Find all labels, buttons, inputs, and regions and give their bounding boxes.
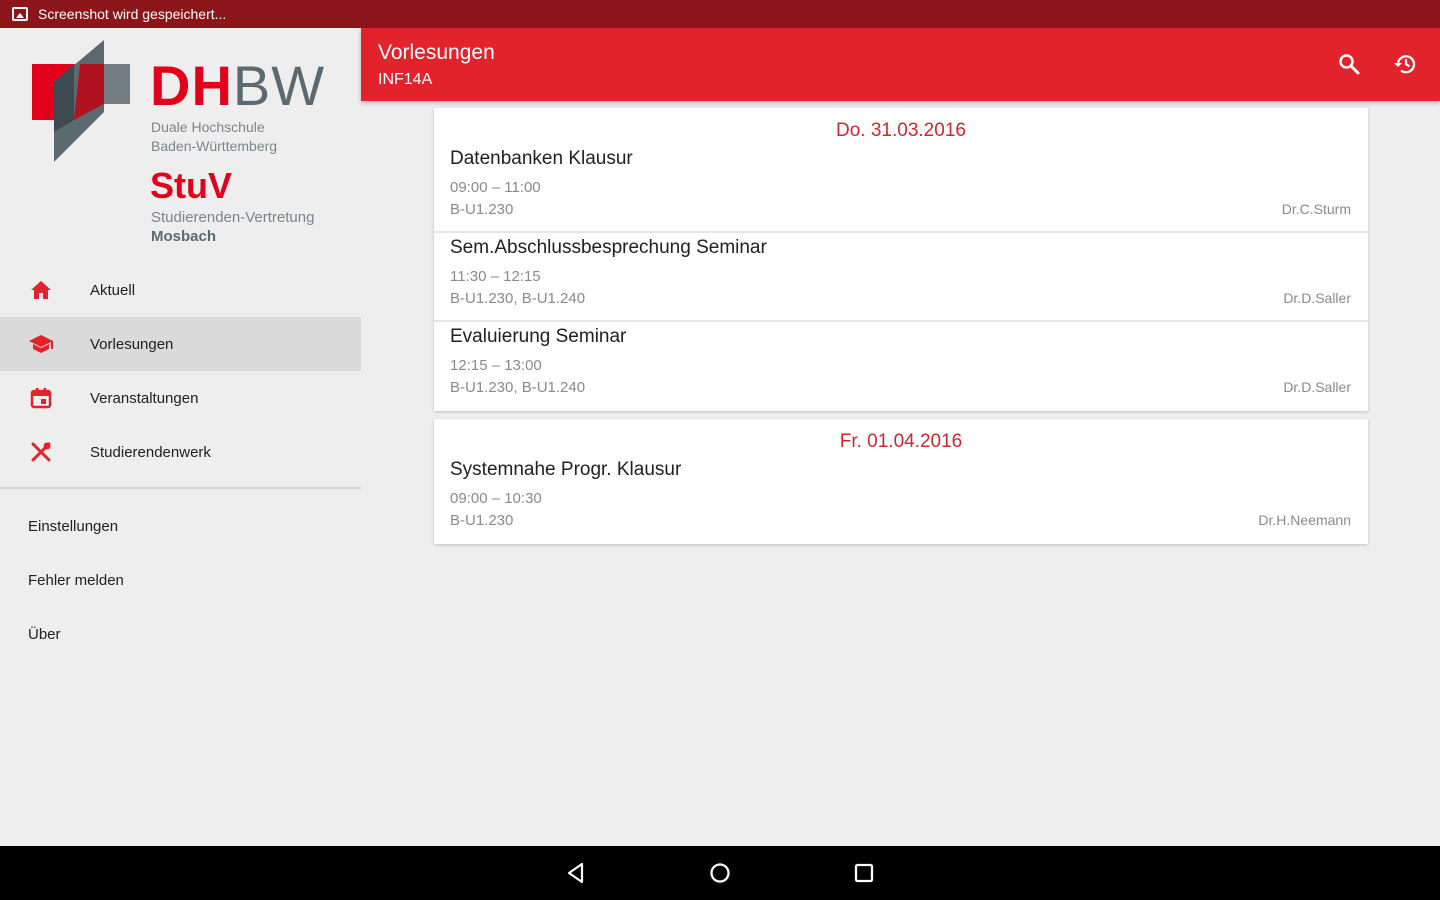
dhbw-wordmark: DHBW	[150, 56, 325, 116]
stuv-subtitle: Studierenden-Vertretung Mosbach	[151, 208, 314, 246]
home-circle-icon	[710, 863, 730, 883]
lecture-title: Evaluierung Seminar	[450, 326, 627, 347]
screenshot-icon	[12, 7, 28, 21]
status-bar-text: Screenshot wird gespeichert...	[38, 6, 227, 22]
lecture-schedule: Do. 31.03.2016 Datenbanken Klausur 09:00…	[434, 108, 1368, 552]
lecture-title: Datenbanken Klausur	[450, 148, 633, 169]
nav-item-studierendenwerk[interactable]: Studierendenwerk	[0, 425, 361, 479]
recents-button[interactable]	[792, 862, 936, 884]
lecture-room: B-U1.230, B-U1.240	[450, 379, 586, 396]
lecture-entry[interactable]: Sem.Abschlussbesprechung Seminar 11:30 –…	[434, 233, 1368, 322]
nav-item-fehler-melden[interactable]: Fehler melden	[0, 553, 361, 607]
lecture-lecturer: Dr.D.Saller	[1283, 290, 1351, 306]
drawer-primary-nav: Aktuell Vorlesungen Veranstaltungen Stud…	[0, 263, 361, 479]
dhbw-wordmark-bw: BW	[232, 54, 326, 117]
nav-item-veranstaltungen[interactable]: Veranstaltungen	[0, 371, 361, 425]
app-toolbar: Vorlesungen INF14A	[361, 28, 1440, 101]
nav-item-ueber[interactable]: Über	[0, 607, 361, 661]
lecture-room: B-U1.230	[450, 512, 514, 529]
nav-item-einstellungen[interactable]: Einstellungen	[0, 499, 361, 553]
search-button[interactable]	[1335, 50, 1363, 78]
navigation-drawer: DHBW Duale Hochschule Baden-Württemberg …	[0, 28, 361, 846]
nav-item-label: Aktuell	[90, 281, 136, 299]
status-bar: Screenshot wird gespeichert...	[0, 0, 1440, 28]
lecture-entry[interactable]: Systemnahe Progr. Klausur 09:00 – 10:30 …	[434, 459, 1368, 544]
drawer-divider	[0, 487, 361, 489]
nav-item-aktuell[interactable]: Aktuell	[0, 263, 361, 317]
history-icon	[1394, 55, 1416, 74]
lecture-room: B-U1.230	[450, 201, 514, 218]
lecture-entry[interactable]: Datenbanken Klausur 09:00 – 11:00 B-U1.2…	[434, 148, 1368, 233]
lecture-room: B-U1.230, B-U1.240	[450, 290, 586, 307]
dhbw-wordmark-dh: DH	[150, 54, 233, 117]
toolbar-subtitle: INF14A	[378, 71, 433, 88]
nav-item-vorlesungen[interactable]: Vorlesungen	[0, 317, 361, 371]
stuv-wordmark: StuV	[150, 165, 233, 206]
back-icon	[567, 862, 584, 884]
day-card: Fr. 01.04.2016 Systemnahe Progr. Klausur…	[434, 419, 1368, 544]
lecture-title: Systemnahe Progr. Klausur	[450, 459, 682, 480]
lecture-lecturer: Dr.H.Neemann	[1258, 512, 1351, 528]
nav-item-label: Veranstaltungen	[90, 389, 199, 407]
calendar-icon	[28, 385, 54, 411]
lecture-time: 12:15 – 13:00	[450, 357, 542, 374]
search-icon	[1339, 54, 1360, 75]
day-date: Fr. 01.04.2016	[839, 431, 963, 452]
dhbw-subtitle: Duale Hochschule Baden-Württemberg	[151, 118, 277, 156]
home-icon	[28, 277, 54, 303]
home-button[interactable]	[648, 861, 792, 885]
lecture-time: 09:00 – 11:00	[450, 179, 541, 196]
toolbar-title: Vorlesungen	[378, 41, 495, 64]
lecture-entry[interactable]: Evaluierung Seminar 12:15 – 13:00 B-U1.2…	[434, 322, 1368, 411]
stuv-subtitle-line1: Studierenden-Vertretung	[151, 209, 315, 226]
day-date: Do. 31.03.2016	[836, 120, 966, 141]
recents-icon	[854, 863, 874, 883]
nav-item-label: Studierendenwerk	[90, 443, 211, 461]
lecture-title: Sem.Abschlussbesprechung Seminar	[450, 237, 767, 258]
day-card: Do. 31.03.2016 Datenbanken Klausur 09:00…	[434, 108, 1368, 411]
history-button[interactable]	[1391, 50, 1419, 78]
school-icon	[28, 331, 54, 357]
back-button[interactable]	[504, 862, 648, 884]
lecture-time: 09:00 – 10:30	[450, 490, 542, 507]
dhbw-subtitle-line2: Baden-Württemberg	[151, 138, 278, 154]
lecture-lecturer: Dr.C.Sturm	[1281, 201, 1351, 217]
dhbw-subtitle-line1: Duale Hochschule	[151, 119, 265, 135]
dhbw-logo-mark-icon	[32, 40, 130, 162]
system-nav-bar	[0, 846, 1440, 900]
lecture-lecturer: Dr.D.Saller	[1283, 379, 1351, 395]
dhbw-stuv-logo: DHBW Duale Hochschule Baden-Württemberg …	[0, 28, 361, 258]
drawer-secondary-nav: Einstellungen Fehler melden Über	[0, 499, 361, 661]
restaurant-icon	[28, 439, 54, 465]
lecture-time: 11:30 – 12:15	[450, 268, 541, 285]
stuv-subtitle-line2: Mosbach	[151, 228, 217, 245]
nav-item-label: Vorlesungen	[90, 335, 174, 353]
